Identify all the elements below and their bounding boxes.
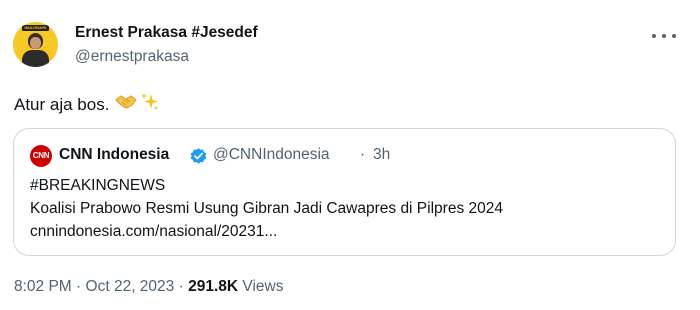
cnn-logo: CNN <box>30 145 52 167</box>
author-display-name[interactable]: Ernest Prakasa #Jesedef <box>75 24 258 42</box>
handshake-icon <box>115 93 138 116</box>
quoted-headline: Koalisi Prabowo Resmi Usung Gibran Jadi … <box>30 200 503 217</box>
quoted-link[interactable]: cnnindonesia.com/nasional/20231... <box>30 223 277 241</box>
author-handle[interactable]: @ernestprakasa <box>75 48 189 66</box>
quoted-hashtag[interactable]: #BREAKINGNEWS <box>30 177 165 195</box>
tweet-meta: 8:02 PM · Oct 22, 2023 · 291.8K Views <box>14 278 283 296</box>
avatar-badge: IMAJINARI <box>22 25 49 31</box>
tweet: IMAJINARI Ernest Prakasa #Jesedef @ernes… <box>0 0 700 310</box>
tweet-time[interactable]: 8:02 PM <box>14 278 72 295</box>
quoted-display-name[interactable]: CNN Indonesia <box>59 146 169 164</box>
quoted-handle[interactable]: @CNNIndonesia <box>213 146 330 164</box>
tweet-text: Atur aja bos. <box>14 92 160 117</box>
meta-separator-1: · <box>76 278 82 295</box>
views-label: Views <box>242 278 284 295</box>
avatar[interactable]: IMAJINARI <box>13 22 58 67</box>
quoted-separator: · <box>360 146 366 163</box>
views-count: 291.8K <box>188 278 239 295</box>
verified-badge-icon <box>190 148 207 164</box>
more-options-icon[interactable] <box>652 28 676 44</box>
sparkles-icon <box>140 92 160 117</box>
tweet-date[interactable]: Oct 22, 2023 <box>86 278 175 295</box>
tweet-text-content: Atur aja bos. <box>14 94 110 114</box>
quoted-tweet-card[interactable]: CNN CNN Indonesia @CNNIndonesia · 3h #BR… <box>13 128 676 256</box>
quoted-timestamp[interactable]: 3h <box>373 146 390 164</box>
meta-separator-2: · <box>178 278 184 295</box>
